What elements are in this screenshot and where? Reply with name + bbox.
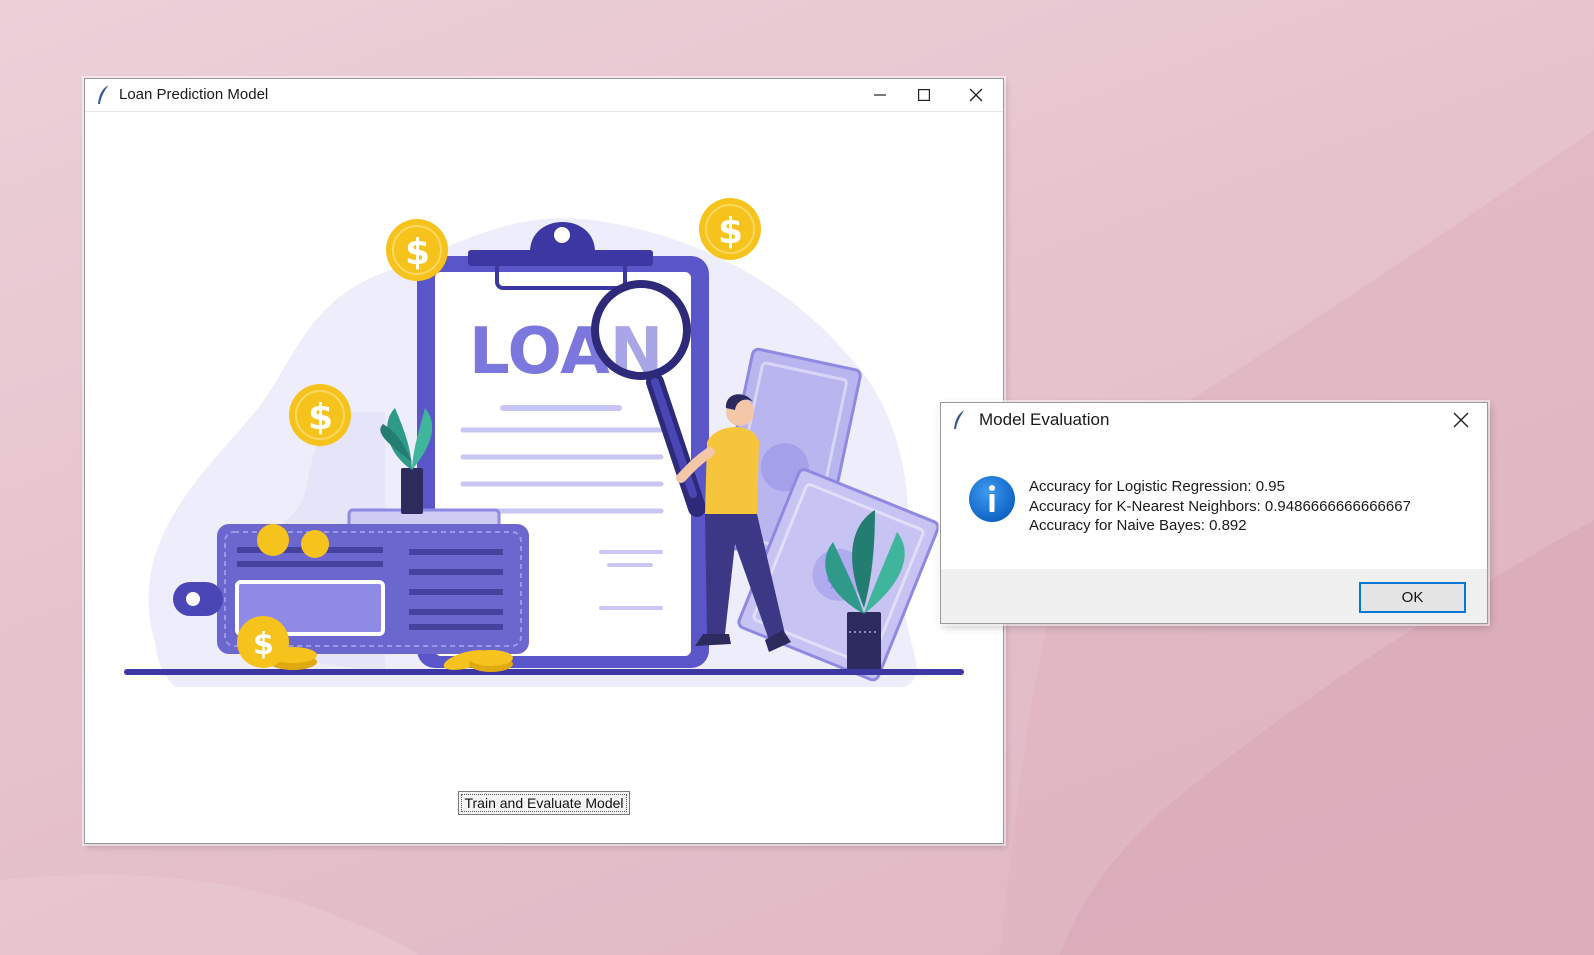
accuracy-line-logistic-regression: Accuracy for Logistic Regression: 0.95 [1029, 478, 1285, 495]
maximize-icon [918, 89, 930, 101]
train-evaluate-button[interactable]: Train and Evaluate Model [458, 791, 630, 815]
accuracy-results: Accuracy for Logistic Regression: 0.95 A… [1029, 477, 1411, 536]
accuracy-line-knn: Accuracy for K-Nearest Neighbors: 0.9486… [1029, 497, 1411, 515]
close-icon [1453, 412, 1469, 428]
close-icon [969, 88, 983, 102]
wallet [173, 508, 529, 654]
main-window: Loan Prediction Model $ [84, 78, 1004, 844]
coin-middle-left: $ [289, 384, 351, 446]
loan-illustration: $ LOAN [124, 198, 964, 687]
dialog-close-button[interactable] [1441, 405, 1481, 435]
model-evaluation-dialog: Model Evaluation Accuracy for Logistic R… [940, 402, 1488, 624]
feather-icon [954, 409, 966, 429]
dialog-footer: OK [941, 569, 1487, 623]
dialog-title: Model Evaluation [979, 410, 1110, 429]
maximize-button[interactable] [901, 79, 947, 111]
coin-top-right: $ [699, 198, 761, 260]
title-bar[interactable]: Loan Prediction Model [85, 79, 1003, 112]
accuracy-line-naive-bayes: Accuracy for Naive Bayes: 0.892 [1029, 517, 1247, 534]
dialog-title-bar[interactable]: Model Evaluation [941, 403, 1487, 437]
coin-dollar-text: $ [308, 397, 333, 438]
dialog-body: Accuracy for Logistic Regression: 0.95 A… [941, 437, 1487, 569]
coin-top-left: $ [386, 219, 448, 281]
coin-dollar-text: $ [405, 232, 430, 273]
window-title: Loan Prediction Model [119, 86, 269, 103]
feather-icon [98, 84, 110, 104]
minimize-icon [874, 94, 886, 96]
coin-dollar-text: $ [718, 211, 743, 252]
info-icon [969, 476, 1015, 522]
ok-button[interactable]: OK [1359, 582, 1466, 613]
coin-dollar-text: $ [253, 627, 274, 662]
minimize-button[interactable] [857, 79, 903, 111]
close-button[interactable] [953, 79, 999, 111]
